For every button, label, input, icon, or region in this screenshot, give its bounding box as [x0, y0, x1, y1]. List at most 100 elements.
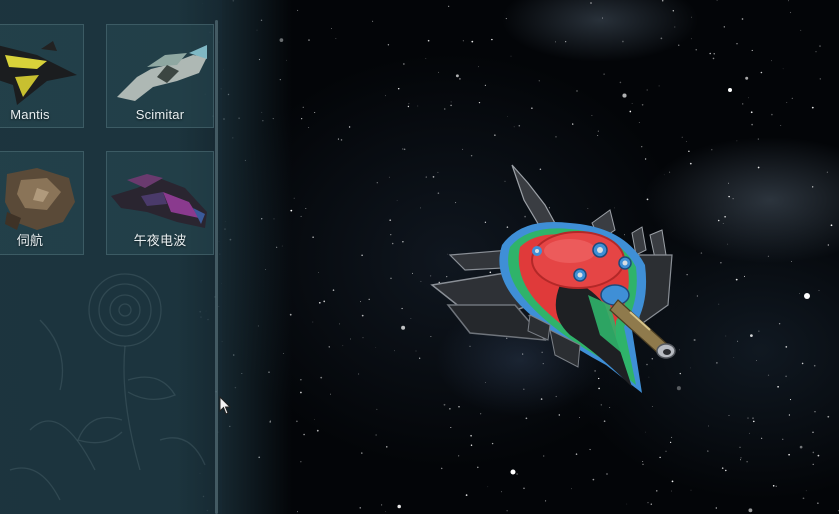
star [812, 451, 815, 454]
star [572, 123, 574, 125]
star [387, 44, 390, 46]
star [361, 452, 363, 454]
star [785, 346, 788, 348]
star [819, 78, 821, 80]
scimitar-ship-icon [117, 45, 207, 101]
star [735, 278, 738, 281]
star [712, 57, 715, 60]
star [523, 487, 525, 490]
star [688, 150, 690, 153]
companion-ship-icon [5, 168, 75, 230]
star [629, 110, 632, 113]
star [717, 219, 720, 222]
star [375, 347, 377, 348]
star [720, 262, 722, 264]
star [478, 66, 479, 68]
star [375, 434, 377, 436]
star [314, 111, 316, 114]
ship-tile-nightwave[interactable]: 午夜电波 [106, 151, 214, 255]
star [812, 463, 814, 465]
star [716, 362, 718, 364]
star [342, 345, 344, 347]
star [361, 254, 363, 257]
star [740, 459, 741, 461]
star [740, 457, 742, 459]
star [775, 485, 777, 487]
star [328, 346, 330, 348]
star [708, 425, 709, 427]
ship-tile-label: Mantis [10, 107, 50, 122]
star [300, 379, 302, 381]
star [575, 453, 578, 455]
star [656, 490, 658, 492]
star [715, 507, 717, 509]
star [659, 456, 661, 459]
star [780, 125, 782, 126]
star [470, 434, 472, 437]
star [725, 469, 727, 472]
star [401, 307, 403, 310]
star [788, 414, 791, 416]
star [506, 116, 508, 117]
star [736, 140, 738, 142]
star [308, 39, 310, 41]
star [782, 438, 784, 440]
star [500, 491, 503, 493]
star [812, 431, 814, 434]
star [471, 40, 474, 43]
star [741, 18, 744, 20]
star [711, 149, 713, 151]
star [641, 146, 643, 148]
star [318, 301, 321, 304]
star [642, 461, 644, 462]
star [340, 139, 343, 141]
ship-tile-scimitar[interactable]: Scimitar [106, 24, 214, 128]
star [813, 364, 816, 367]
star [545, 500, 547, 502]
star [478, 101, 481, 104]
star [787, 0, 790, 2]
star [725, 335, 727, 337]
star [318, 272, 319, 273]
star [603, 73, 605, 75]
star [444, 108, 446, 110]
star [590, 2, 592, 4]
star [767, 255, 769, 257]
star [622, 40, 624, 43]
star [606, 473, 608, 475]
star [752, 417, 754, 419]
star [771, 60, 772, 62]
star [571, 488, 572, 490]
star [713, 53, 715, 55]
star [417, 105, 419, 107]
star [750, 111, 753, 114]
star [685, 141, 687, 143]
star [402, 148, 404, 150]
star [748, 97, 749, 99]
selected-ship-model[interactable] [410, 155, 700, 415]
star [602, 17, 604, 19]
inventory-scrollbar[interactable] [215, 20, 218, 514]
star [385, 95, 386, 97]
star [757, 138, 759, 140]
star [728, 182, 729, 184]
star [316, 429, 319, 432]
star [301, 118, 303, 120]
star [815, 51, 817, 53]
star [788, 453, 790, 456]
star [789, 11, 792, 14]
star [681, 136, 683, 138]
ship-tile-companion[interactable]: 伺航 [0, 151, 84, 255]
star [650, 503, 653, 505]
star [811, 106, 814, 109]
star [716, 0, 718, 1]
star [293, 197, 295, 199]
star [303, 433, 305, 436]
star [597, 130, 599, 132]
star [817, 502, 819, 504]
star [402, 241, 404, 243]
star [722, 223, 724, 224]
star [597, 135, 599, 137]
star [465, 494, 468, 496]
ship-tile-mantis[interactable]: Mantis [0, 24, 84, 128]
